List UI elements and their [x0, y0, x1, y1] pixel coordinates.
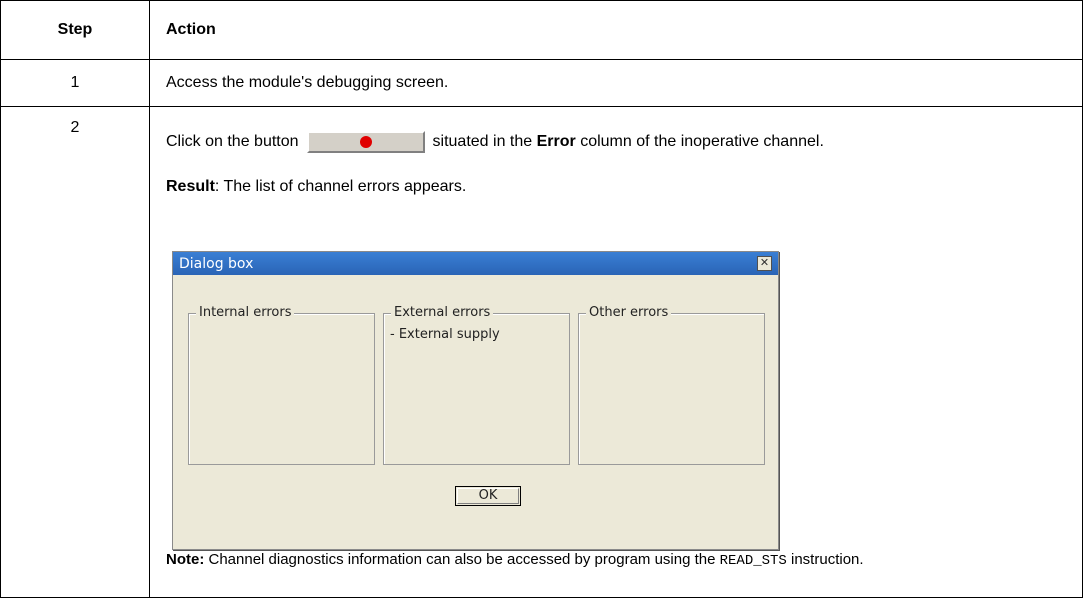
result-label: Result [166, 178, 215, 195]
group-label: External errors [391, 305, 494, 320]
step-action: Access the module's debugging screen. [149, 59, 1083, 107]
click-suffix-pre: situated in the [432, 133, 533, 150]
header-action: Action [149, 0, 1083, 60]
ok-button[interactable]: OK [455, 486, 521, 506]
external-errors-group: External errors - External supply [383, 305, 570, 465]
header-step: Step [0, 0, 150, 60]
group-label: Other errors [586, 305, 672, 320]
note-text-post: instruction. [786, 551, 864, 568]
error-column-label: Error [536, 133, 576, 150]
result-line: Result: The list of channel errors appea… [166, 178, 1082, 196]
click-prefix: Click on the button [166, 133, 299, 150]
step-number: 2 [0, 106, 150, 598]
procedure-table: Step Action 1 Access the module's debugg… [0, 0, 1083, 598]
table-header-row: Step Action [0, 0, 1083, 60]
note-text: Note: Channel diagnostics information ca… [166, 551, 1046, 570]
read-sts-code: READ_STS [719, 553, 787, 569]
internal-errors-group: Internal errors [188, 305, 375, 465]
note-label: Note: [166, 551, 205, 568]
click-suffix-post: column of the inoperative channel. [580, 133, 824, 150]
dialog-title: Dialog box [179, 255, 254, 272]
note-text-pre: Channel diagnostics information can also… [204, 551, 720, 568]
dialog-title-bar: Dialog box [173, 252, 778, 275]
result-text: : The list of channel errors appears. [214, 178, 467, 195]
table-row: 2 Click on the button situated in the Er… [0, 106, 1083, 598]
click-instruction: Click on the button situated in the Erro… [166, 128, 1082, 156]
group-label: Internal errors [196, 305, 295, 320]
dialog-box: Dialog box ✕ Internal errors External er… [172, 251, 779, 550]
red-dot-icon [359, 136, 372, 148]
step-number: 1 [0, 59, 150, 107]
error-status-button[interactable] [306, 131, 425, 153]
table-row: 1 Access the module's debugging screen. [0, 59, 1083, 107]
other-errors-group: Other errors [578, 305, 765, 465]
step-action-cell: Click on the button situated in the Erro… [149, 106, 1083, 598]
error-item: - External supply [390, 327, 500, 342]
close-icon[interactable]: ✕ [757, 256, 772, 271]
